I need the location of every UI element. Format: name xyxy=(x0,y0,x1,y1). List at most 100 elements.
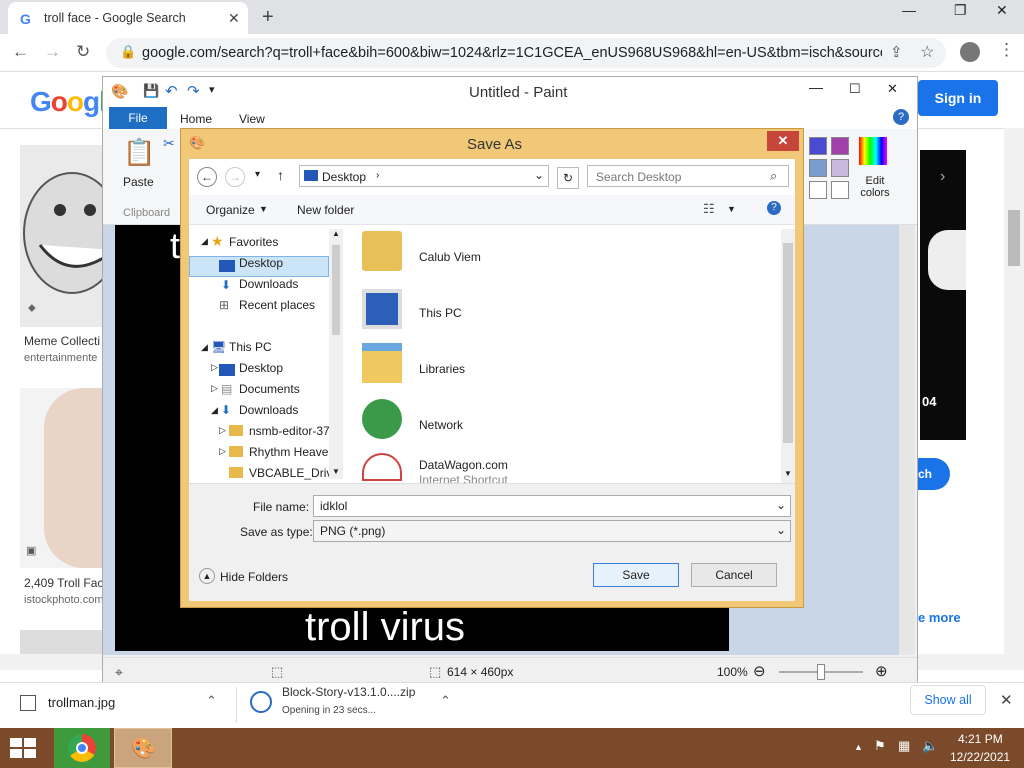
download-options-icon[interactable]: ⌃ xyxy=(206,693,217,709)
sign-in-button[interactable]: Sign in xyxy=(918,80,998,116)
palette-swatch[interactable] xyxy=(809,159,827,177)
show-all-button[interactable]: Show all xyxy=(910,685,986,715)
nav-item-desktop[interactable]: Desktop xyxy=(239,256,283,270)
paint-vscrollbar[interactable] xyxy=(899,225,915,655)
show-hidden-icons[interactable]: ▲ xyxy=(854,742,863,752)
minimize-window-button[interactable]: — xyxy=(902,2,916,18)
recent-locations-icon[interactable]: ▾ xyxy=(255,169,260,180)
tab-home[interactable]: Home xyxy=(180,112,212,126)
nav-item-folder[interactable]: nsmb-editor-37 xyxy=(249,424,330,438)
expand-arrow-icon[interactable]: ◢ xyxy=(211,405,218,416)
forward-icon[interactable]: → xyxy=(225,167,245,187)
action-center-flag-icon[interactable]: ⚑ xyxy=(874,738,886,754)
chrome-taskbar-button[interactable] xyxy=(54,728,110,768)
scrollbar-thumb[interactable] xyxy=(783,243,793,443)
collapse-arrow-icon[interactable]: ▷ xyxy=(219,425,226,436)
chevron-down-icon[interactable]: ⌄ xyxy=(776,498,786,512)
paint-close-button[interactable]: ✕ xyxy=(887,81,898,97)
paste-button[interactable]: Paste xyxy=(123,175,154,189)
scrollbar-thumb[interactable] xyxy=(1008,210,1020,266)
file-item-user[interactable]: Calub Viem xyxy=(419,250,481,264)
volume-icon[interactable]: 🔈 xyxy=(922,738,938,754)
dialog-close-button[interactable]: ✕ xyxy=(767,131,799,151)
paint-minimize-button[interactable]: — xyxy=(809,79,823,95)
page-scrollbar[interactable] xyxy=(1004,128,1024,654)
nav-item-favorites[interactable]: Favorites xyxy=(229,235,278,249)
share-icon[interactable]: ⇪ xyxy=(890,43,903,61)
clock-time[interactable]: 4:21 PM xyxy=(958,732,1003,746)
scrollbar-thumb[interactable] xyxy=(332,245,340,335)
new-folder-button[interactable]: New folder xyxy=(297,203,354,217)
path-dropdown-icon[interactable]: ⌄ xyxy=(534,168,544,182)
windows-start-icon[interactable] xyxy=(10,738,38,758)
edit-colors-icon[interactable] xyxy=(859,137,887,165)
hide-folders-button[interactable]: Hide Folders xyxy=(220,570,288,584)
profile-avatar[interactable] xyxy=(960,42,980,62)
new-tab-button[interactable]: + xyxy=(262,6,274,29)
nav-item-desktop[interactable]: Desktop xyxy=(239,361,283,375)
nav-item-downloads[interactable]: Downloads xyxy=(239,403,298,417)
edit-colors-button[interactable]: Edit colors xyxy=(857,175,893,199)
collapse-arrow-icon[interactable]: ▷ xyxy=(219,446,226,457)
see-more-link[interactable]: e more xyxy=(918,610,961,625)
right-preview-image[interactable]: › 04 xyxy=(920,150,966,440)
collapse-up-icon[interactable]: ▲ xyxy=(199,568,215,584)
palette-swatch[interactable] xyxy=(831,159,849,177)
download-item-name[interactable]: Block-Story-v13.1.0....zip xyxy=(282,685,415,698)
files-scrollbar[interactable]: ▼ xyxy=(781,229,795,483)
back-icon[interactable]: ← xyxy=(197,167,217,187)
image-result-baby[interactable]: ▣ xyxy=(20,388,104,568)
close-downloads-icon[interactable]: ✕ xyxy=(1000,691,1013,709)
browser-tab[interactable]: G troll face - Google Search ✕ xyxy=(8,2,248,34)
palette-swatch[interactable] xyxy=(831,137,849,155)
image-result-thumb[interactable] xyxy=(20,630,104,654)
chrome-menu-icon[interactable]: ⋮ xyxy=(998,40,1015,60)
file-item-datawagon[interactable]: DataWagon.com xyxy=(419,458,508,472)
network-tray-icon[interactable]: ▦ xyxy=(898,738,910,754)
address-path[interactable]: Desktop › ⌄ xyxy=(299,165,549,187)
path-segment[interactable]: Desktop xyxy=(322,170,366,184)
palette-swatch[interactable] xyxy=(831,181,849,199)
file-name-input[interactable]: idklol ⌄ xyxy=(313,495,791,517)
collapse-arrow-icon[interactable]: ▷ xyxy=(211,362,218,373)
close-tab-icon[interactable]: ✕ xyxy=(228,10,240,27)
collapse-arrow-icon[interactable]: ▷ xyxy=(211,383,218,394)
view-options-icon[interactable]: ☷ xyxy=(703,201,715,217)
chevron-down-icon[interactable]: ▼ xyxy=(727,204,736,214)
palette-swatch[interactable] xyxy=(809,181,827,199)
download-item-name[interactable]: trollman.jpg xyxy=(48,695,115,710)
cancel-button[interactable]: Cancel xyxy=(691,563,777,587)
help-icon[interactable]: ? xyxy=(893,109,909,125)
nav-item-this-pc[interactable]: This PC xyxy=(229,340,272,354)
paint-maximize-button[interactable]: ☐ xyxy=(849,81,861,97)
nav-item-documents[interactable]: Documents xyxy=(239,382,300,396)
nav-item-downloads[interactable]: Downloads xyxy=(239,277,298,291)
file-item-network[interactable]: Network xyxy=(419,418,463,432)
zoom-out-button[interactable]: ⊖ xyxy=(753,662,766,680)
scroll-up-icon[interactable]: ▲ xyxy=(332,229,340,238)
redo-icon[interactable]: ↷ xyxy=(187,82,200,100)
next-arrow-icon[interactable]: › xyxy=(940,168,945,186)
tab-view[interactable]: View xyxy=(239,112,265,126)
path-chevron-icon[interactable]: › xyxy=(376,170,379,181)
nav-item-folder[interactable]: VBCABLE_Drive xyxy=(249,466,339,480)
search-button[interactable]: ch xyxy=(918,458,950,490)
image-result-troll-face[interactable] xyxy=(20,145,121,327)
file-item-this-pc[interactable]: This PC xyxy=(419,306,462,320)
paint-taskbar-button[interactable]: 🎨 xyxy=(114,728,172,768)
tab-file[interactable]: File xyxy=(109,107,167,129)
restore-window-button[interactable]: ❐ xyxy=(954,2,967,19)
close-window-button[interactable]: ✕ xyxy=(996,2,1008,19)
chevron-down-icon[interactable]: ▼ xyxy=(259,204,268,214)
save-button[interactable]: Save xyxy=(593,563,679,587)
result-title[interactable]: Meme Collecti xyxy=(24,334,100,348)
expand-arrow-icon[interactable]: ◢ xyxy=(201,342,208,353)
cut-icon[interactable]: ✂ xyxy=(163,135,175,152)
clipboard-paste-icon[interactable]: 📋 xyxy=(123,137,155,168)
clock-date[interactable]: 12/22/2021 xyxy=(950,750,1010,764)
palette-swatch[interactable] xyxy=(809,137,827,155)
quick-access-dropdown-icon[interactable]: ▾ xyxy=(209,83,215,96)
search-input[interactable]: Search Desktop ⌕ xyxy=(587,165,789,187)
save-icon[interactable]: 💾 xyxy=(143,83,159,99)
address-bar[interactable]: 🔒 google.com/search?q=troll+face&bih=600… xyxy=(106,38,946,68)
